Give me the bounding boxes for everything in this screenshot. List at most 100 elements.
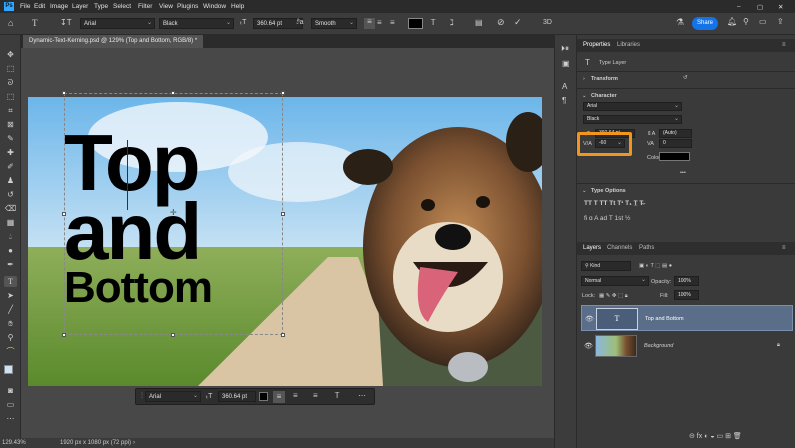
screen-mode-icon[interactable]: ▭: [4, 399, 17, 410]
antialias-select[interactable]: Smooth ⌄: [311, 18, 357, 29]
align-center-icon[interactable]: ≡: [293, 392, 298, 400]
flask-icon[interactable]: ⚗: [676, 18, 684, 27]
transform-handle[interactable]: [171, 91, 175, 95]
shape-tool-icon[interactable]: ╱: [4, 304, 17, 315]
context-size-select[interactable]: 360.64 pt: [218, 391, 256, 402]
text-orientation-icon[interactable]: ↧T: [60, 19, 72, 27]
char-font-family-select[interactable]: Arial ⌄: [583, 102, 682, 111]
type-tool-icon[interactable]: T: [32, 19, 38, 28]
3d-icon[interactable]: 3D: [543, 19, 552, 26]
search-icon[interactable]: ⚲: [743, 18, 749, 26]
transform-handle[interactable]: [171, 333, 175, 337]
layer-row-text[interactable]: 👁︎ T Top and Bottom: [581, 305, 793, 331]
comments-icon[interactable]: ▣: [562, 60, 570, 68]
dodge-tool-icon[interactable]: ●: [4, 245, 17, 256]
tab-paths[interactable]: Paths: [639, 245, 654, 251]
blur-tool-icon[interactable]: 💧︎: [4, 231, 17, 242]
transform-handle[interactable]: [62, 333, 66, 337]
cancel-icon[interactable]: ⊘: [497, 18, 505, 27]
tab-properties[interactable]: Properties: [583, 42, 610, 48]
tab-channels[interactable]: Channels: [607, 245, 632, 251]
pen-tool-icon[interactable]: ✒: [4, 259, 17, 270]
menu-image[interactable]: Image: [50, 3, 68, 10]
tracking-select[interactable]: 0: [659, 139, 692, 148]
align-center-icon[interactable]: ≡: [377, 19, 382, 27]
fill-input[interactable]: 100%: [674, 290, 699, 300]
lasso-tool-icon[interactable]: ᘐ: [4, 77, 17, 88]
type-options-icon[interactable]: Ꭲ: [335, 392, 340, 400]
gradient-icon[interactable]: ▦: [4, 217, 17, 228]
kerning-select[interactable]: -60 ⌄: [595, 139, 625, 148]
lock-icons[interactable]: ▦ ✎ ✥ ⬚ 🔒︎: [599, 293, 628, 300]
font-size-select[interactable]: 360.64 pt ⌄: [253, 18, 303, 29]
opentype-icons[interactable]: fi ɑ A ad T 1st ½: [584, 215, 630, 222]
marquee-tool-icon[interactable]: ⬚: [4, 63, 17, 74]
filter-icons[interactable]: ▣ ◐ T ⬚ ▤ ●: [639, 263, 672, 269]
history-panel-icon[interactable]: ⏵⏸: [561, 45, 569, 53]
crop-tool-icon[interactable]: ⌗: [4, 105, 17, 116]
menu-select[interactable]: Select: [113, 3, 131, 10]
commit-check-icon[interactable]: ✓: [514, 18, 522, 27]
reset-icon[interactable]: ↺: [683, 75, 688, 81]
context-font-select[interactable]: Arial ⌄: [145, 391, 201, 402]
status-menu-icon[interactable]: ›: [133, 440, 135, 446]
transform-handle[interactable]: [62, 212, 66, 216]
menu-window[interactable]: Window: [203, 3, 226, 10]
warp-text-icon[interactable]: Ꭲ: [431, 19, 436, 27]
faux-bold-icon[interactable]: TT T TT Tt T¹ T₁ T̲ T̶: [584, 200, 643, 207]
menu-filter[interactable]: Filter: [138, 3, 152, 10]
align-right-icon[interactable]: ≡: [313, 392, 318, 400]
close-window-button[interactable]: ✕: [778, 3, 783, 11]
character-label[interactable]: Character: [591, 93, 617, 99]
more-tools-icon[interactable]: ⋯: [4, 413, 17, 424]
hand-tool-icon[interactable]: ✋︎: [4, 318, 17, 329]
layer-name[interactable]: Top and Bottom: [645, 316, 684, 322]
tab-layers[interactable]: Layers: [583, 245, 601, 251]
maximize-button[interactable]: ▢: [757, 3, 763, 11]
share-icon[interactable]: ⇪: [777, 18, 784, 26]
align-left-icon[interactable]: ≡: [273, 391, 285, 403]
menu-view[interactable]: View: [159, 3, 173, 10]
menu-plugins[interactable]: Plugins: [177, 3, 198, 10]
layer-name[interactable]: Background: [644, 343, 673, 349]
workspace-icon[interactable]: ▭: [759, 18, 767, 26]
character-color-swatch[interactable]: [659, 152, 690, 161]
panel-menu-icon[interactable]: ≡: [782, 245, 786, 251]
edit-toolbar-icon[interactable]: ⌒: [4, 346, 17, 357]
quick-mask-icon[interactable]: ◙: [4, 385, 17, 396]
layer-kind-filter[interactable]: ⚲ Kind: [581, 261, 631, 271]
leading-select[interactable]: (Auto): [659, 129, 692, 138]
more-options-button[interactable]: •••: [680, 170, 686, 176]
document-dimensions[interactable]: 1920 px x 1080 px (72 ppi): [60, 440, 131, 446]
photoshop-logo-icon[interactable]: Ps: [4, 2, 14, 11]
chevron-down-icon[interactable]: ⌄: [582, 188, 587, 194]
layer-footer-icons[interactable]: ⊝ fx ◐ ◒ ▭ ⊞ 🗑︎: [689, 432, 742, 440]
transform-handle[interactable]: [62, 91, 66, 95]
type-options-label[interactable]: Type Options: [591, 188, 626, 194]
character-icon[interactable]: A: [562, 83, 567, 91]
context-color-swatch[interactable]: [259, 392, 268, 401]
chevron-right-icon[interactable]: ›: [583, 76, 585, 82]
more-options-icon[interactable]: ⋯: [358, 392, 366, 400]
path-select-icon[interactable]: ➤: [4, 290, 17, 301]
share-button[interactable]: Share: [692, 17, 718, 30]
brush-tool-icon[interactable]: ✐: [4, 161, 17, 172]
opacity-input[interactable]: 100%: [674, 276, 699, 286]
transform-handle[interactable]: [281, 333, 285, 337]
clone-stamp-icon[interactable]: ♟: [4, 175, 17, 186]
tab-libraries[interactable]: Libraries: [617, 42, 640, 48]
text-color-swatch[interactable]: [408, 18, 423, 29]
move-tool-icon[interactable]: ✥: [4, 49, 17, 60]
zoom-tool-icon[interactable]: ⚲: [4, 332, 17, 343]
character-panel-icon[interactable]: ℷ: [450, 19, 454, 27]
layer-row-background[interactable]: 👁︎ Background 🔒︎: [581, 333, 793, 359]
menu-edit[interactable]: Edit: [34, 3, 45, 10]
eye-icon[interactable]: 👁︎: [585, 315, 594, 323]
align-right-icon[interactable]: ≡: [390, 19, 395, 27]
object-select-icon[interactable]: ⬚: [4, 91, 17, 102]
paragraph-icon[interactable]: ¶: [562, 97, 566, 105]
menu-file[interactable]: File: [20, 3, 30, 10]
document-tab[interactable]: Dynamic-Text-Kerning.psd @ 129% (Top and…: [23, 35, 204, 48]
char-font-style-select[interactable]: Black ⌄: [583, 115, 682, 124]
home-icon[interactable]: ⌂: [8, 19, 13, 28]
